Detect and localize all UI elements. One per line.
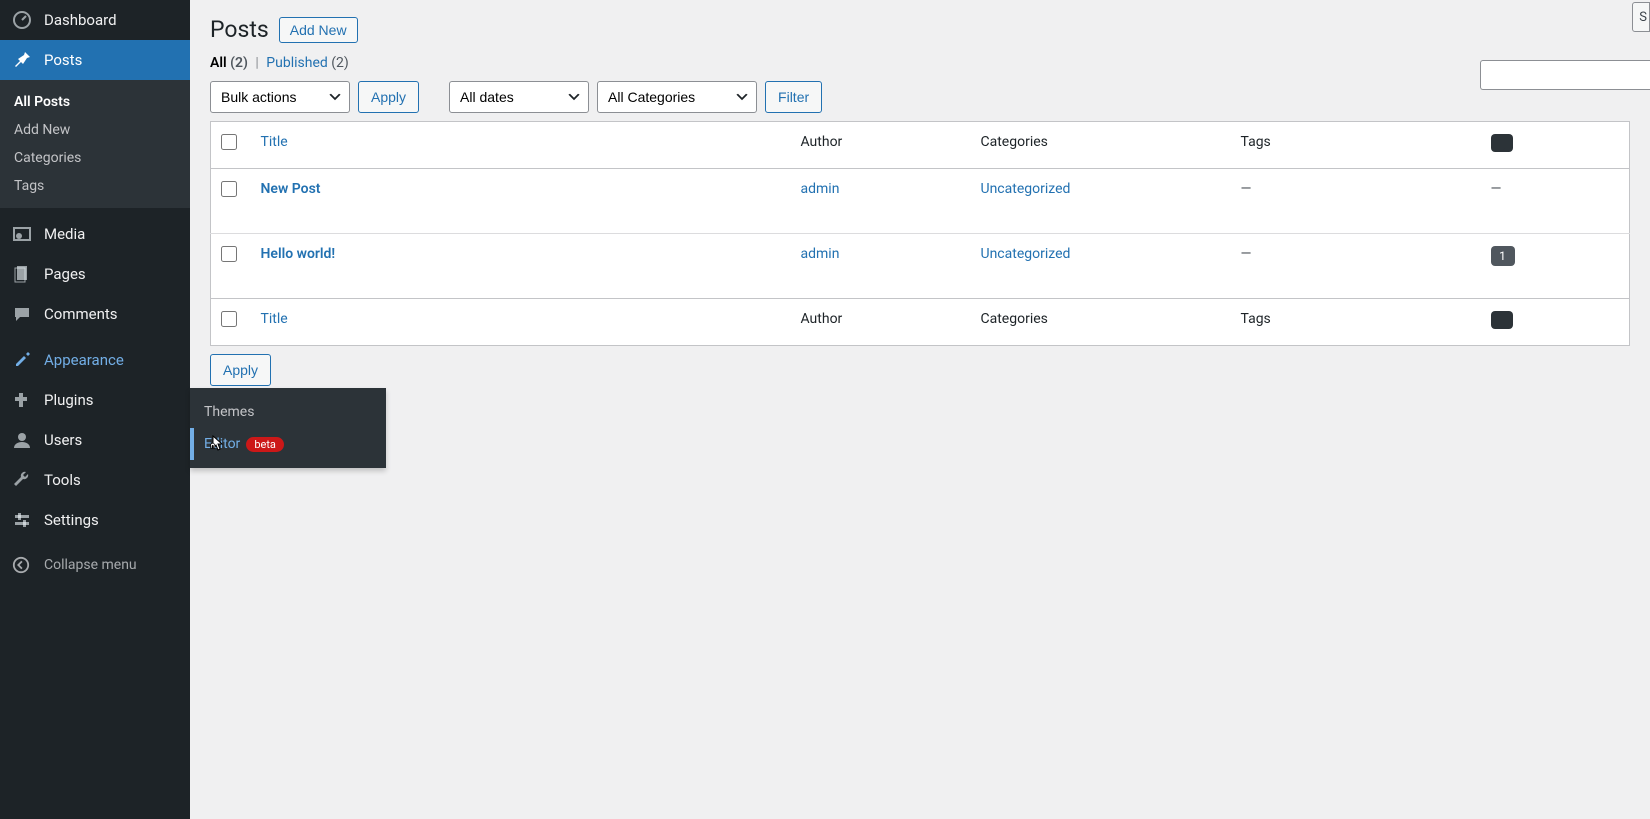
flyout-editor[interactable]: Editor beta xyxy=(190,428,386,460)
menu-media[interactable]: Media xyxy=(0,214,190,254)
appearance-icon xyxy=(12,350,34,370)
menu-label: Collapse menu xyxy=(44,557,137,573)
screen-options-button-fragment[interactable]: S xyxy=(1632,2,1650,32)
menu-plugins[interactable]: Plugins xyxy=(0,380,190,420)
post-category-link[interactable]: Uncategorized xyxy=(981,181,1071,197)
search-posts-area xyxy=(1480,60,1650,90)
menu-pages[interactable]: Pages xyxy=(0,254,190,294)
post-author-link[interactable]: admin xyxy=(801,181,840,197)
users-icon xyxy=(12,430,34,450)
submenu-add-new[interactable]: Add New xyxy=(0,116,190,144)
table-row: New Post admin Uncategorized — — xyxy=(211,169,1630,234)
tools-icon xyxy=(12,470,34,490)
menu-label: Users xyxy=(44,431,82,449)
menu-label: Settings xyxy=(44,511,99,529)
post-tags: — xyxy=(1231,169,1481,234)
filter-all[interactable]: All (2) xyxy=(210,55,248,71)
col-author: Author xyxy=(791,122,971,169)
col-tags: Tags xyxy=(1231,122,1481,169)
post-comments[interactable]: 1 xyxy=(1481,234,1630,299)
date-filter-select[interactable]: All dates xyxy=(449,81,589,113)
plugins-icon xyxy=(12,390,34,410)
submenu-all-posts[interactable]: All Posts xyxy=(0,88,190,116)
cursor-icon xyxy=(208,435,224,453)
col-title[interactable]: Title xyxy=(251,299,791,346)
admin-sidebar: Dashboard Posts All Posts Add New Catego… xyxy=(0,0,190,819)
appearance-flyout: Themes Editor beta xyxy=(190,388,386,468)
comment-count-icon: 1 xyxy=(1491,246,1515,266)
collapse-icon xyxy=(12,556,34,574)
row-checkbox[interactable] xyxy=(221,181,237,197)
status-filter-links: All (2) | Published (2) xyxy=(210,55,1630,71)
col-comments[interactable] xyxy=(1481,122,1630,169)
dashboard-icon xyxy=(12,10,34,30)
posts-table: Title Author Categories Tags New Post ad… xyxy=(210,121,1630,346)
submenu-tags[interactable]: Tags xyxy=(0,172,190,200)
menu-label: Posts xyxy=(44,51,82,69)
search-posts-input[interactable] xyxy=(1480,60,1650,90)
post-category-link[interactable]: Uncategorized xyxy=(981,246,1071,262)
bulk-actions-select[interactable]: Bulk actions xyxy=(210,81,350,113)
col-author: Author xyxy=(791,299,971,346)
col-tags: Tags xyxy=(1231,299,1481,346)
menu-posts[interactable]: Posts xyxy=(0,40,190,80)
apply-bulk-button[interactable]: Apply xyxy=(358,81,419,113)
category-filter-select[interactable]: All Categories xyxy=(597,81,757,113)
menu-users[interactable]: Users xyxy=(0,420,190,460)
menu-comments[interactable]: Comments xyxy=(0,294,190,334)
table-row: Hello world! admin Uncategorized — 1 xyxy=(211,234,1630,299)
menu-dashboard[interactable]: Dashboard xyxy=(0,0,190,40)
main-content: Posts Add New All (2) | Published (2) Bu… xyxy=(190,0,1650,819)
select-all-bottom[interactable] xyxy=(221,311,237,327)
post-title-link[interactable]: Hello world! xyxy=(261,246,336,262)
pin-icon xyxy=(12,50,34,70)
pages-icon xyxy=(12,264,34,284)
posts-submenu: All Posts Add New Categories Tags xyxy=(0,80,190,208)
col-comments[interactable] xyxy=(1481,299,1630,346)
settings-icon xyxy=(12,510,34,530)
menu-label: Media xyxy=(44,225,85,243)
screen-options-area: S xyxy=(1632,2,1650,32)
apply-bulk-button-bottom[interactable]: Apply xyxy=(210,354,271,386)
beta-badge: beta xyxy=(246,437,284,452)
menu-label: Dashboard xyxy=(44,11,117,29)
col-title[interactable]: Title xyxy=(251,122,791,169)
comments-icon xyxy=(12,304,34,324)
select-all-top[interactable] xyxy=(221,134,237,150)
comment-icon xyxy=(1491,134,1513,152)
post-title-link[interactable]: New Post xyxy=(261,181,321,197)
menu-label: Appearance xyxy=(44,351,124,369)
post-comments: — xyxy=(1481,169,1630,234)
menu-label: Plugins xyxy=(44,391,93,409)
filter-button[interactable]: Filter xyxy=(765,81,822,113)
row-checkbox[interactable] xyxy=(221,246,237,262)
menu-label: Comments xyxy=(44,305,118,323)
page-title: Posts xyxy=(210,16,269,43)
tablenav-top: Bulk actions Apply All dates All Categor… xyxy=(210,81,1630,113)
menu-label: Tools xyxy=(44,471,81,489)
add-new-button[interactable]: Add New xyxy=(279,17,358,43)
comment-icon xyxy=(1491,311,1513,329)
submenu-categories[interactable]: Categories xyxy=(0,144,190,172)
post-author-link[interactable]: admin xyxy=(801,246,840,262)
tablenav-bottom: X Apply xyxy=(210,354,1630,386)
menu-label: Pages xyxy=(44,265,86,283)
media-icon xyxy=(12,224,34,244)
col-categories: Categories xyxy=(971,122,1231,169)
flyout-themes[interactable]: Themes xyxy=(190,396,386,428)
filter-published[interactable]: Published (2) xyxy=(266,55,349,71)
col-categories: Categories xyxy=(971,299,1231,346)
menu-settings[interactable]: Settings xyxy=(0,500,190,540)
collapse-menu[interactable]: Collapse menu xyxy=(0,546,190,584)
menu-tools[interactable]: Tools xyxy=(0,460,190,500)
post-tags: — xyxy=(1231,234,1481,299)
menu-appearance[interactable]: Appearance xyxy=(0,340,190,380)
